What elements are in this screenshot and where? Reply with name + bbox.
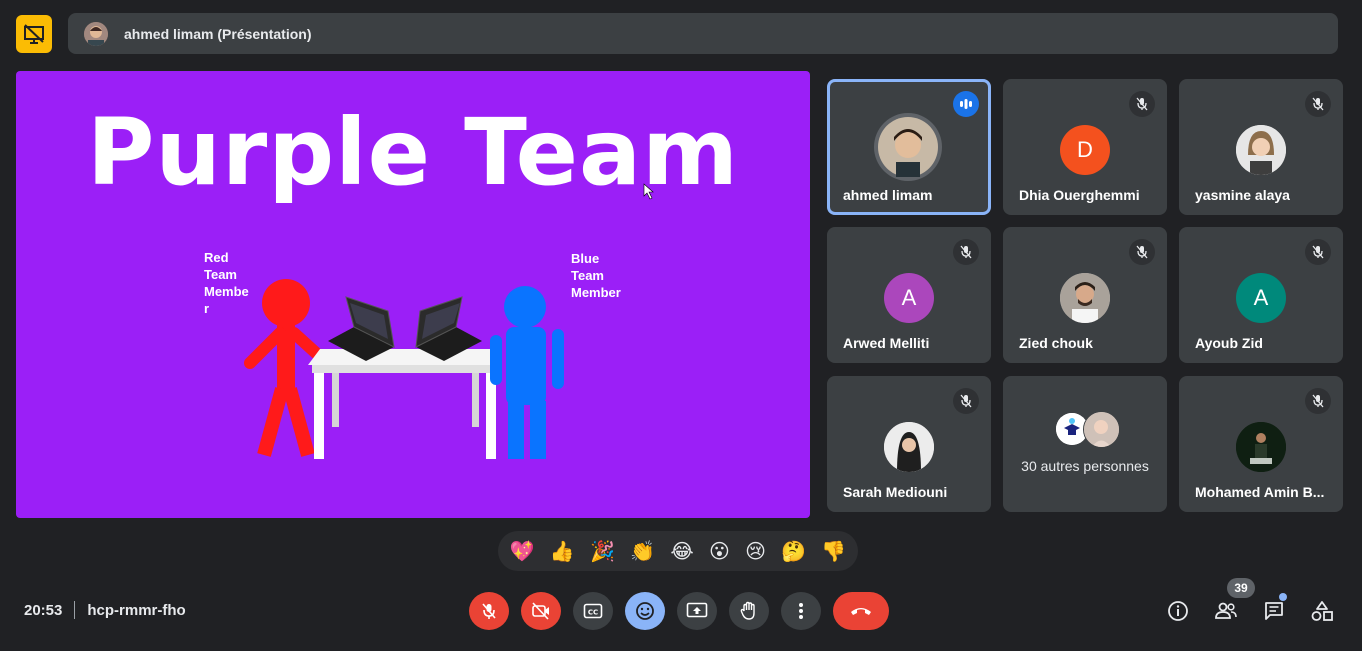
avatar: A [884,273,934,323]
reaction-heart-button[interactable]: 💖 [510,539,535,563]
presenter-title: ahmed limam (Présentation) [124,25,312,42]
more-vert-icon [799,603,803,619]
participant-name: yasmine alaya [1195,187,1290,203]
participant-name: Zied chouk [1019,335,1093,351]
participant-tile[interactable]: A Arwed Melliti [827,227,991,363]
mic-off-icon [1305,239,1331,265]
camera-toggle-button[interactable] [521,592,561,630]
reaction-clap-button[interactable]: 👏 [630,539,655,563]
reaction-thumbs-down-button[interactable]: 👎 [821,539,846,563]
mic-off-icon [482,603,496,619]
mic-off-icon [1305,388,1331,414]
reaction-surprised-button[interactable]: 😮 [709,539,730,563]
participant-tile[interactable]: Sarah Mediouni [827,376,991,512]
presentation-slide: Purple Team Red Team Membe r Blue Team M… [16,71,810,518]
participant-tile[interactable]: ahmed limam [827,79,991,215]
avatar [1060,273,1110,323]
avatar [874,113,942,181]
participant-name: Dhia Ouerghemmi [1019,187,1140,203]
meeting-details-button[interactable] [1165,598,1191,624]
team-illustration [244,183,654,459]
avatar: A [1236,273,1286,323]
participant-name: ahmed limam [843,187,933,203]
info-icon [1168,601,1188,621]
reactions-bar: 💖 👍 🎉 👏 😂 😮 😢 🤔 👎 [498,531,858,571]
participant-tile[interactable]: D Dhia Ouerghemmi [1003,79,1167,215]
chat-icon [1265,602,1283,620]
emoji-icon [636,602,654,620]
reaction-sad-button[interactable]: 😢 [745,539,766,563]
others-label: 30 autres personnes [1021,458,1149,474]
mouse-cursor [643,183,654,200]
present-screen-icon [686,602,708,618]
phone-hangup-icon [851,608,871,615]
avatar [1083,411,1120,448]
svg-text:CC: CC [588,609,598,617]
participant-tile[interactable]: yasmine alaya [1179,79,1343,215]
avatar [1236,125,1286,175]
participant-name: Mohamed Amin B... [1195,484,1325,500]
raise-hand-button[interactable] [729,592,769,630]
participant-tile[interactable]: Mohamed Amin B... [1179,376,1343,512]
avatar [1236,422,1286,472]
reaction-party-button[interactable]: 🎉 [590,539,615,563]
mic-off-icon [1129,239,1155,265]
clock: 20:53 [24,601,63,619]
hand-icon [740,601,755,620]
table [308,349,502,459]
speaking-indicator-icon [953,91,979,117]
avatar: D [1060,125,1110,175]
avatar [884,422,934,472]
reactions-button[interactable] [625,592,665,630]
camera-off-icon [532,602,549,620]
mic-toggle-button[interactable] [469,592,509,630]
others-tile[interactable]: 30 autres personnes [1003,376,1167,512]
reaction-laugh-button[interactable]: 😂 [670,539,693,563]
captions-button[interactable]: CC [573,592,613,630]
activities-icon [1311,601,1333,621]
present-now-button[interactable] [677,592,717,630]
reaction-thumbs-up-button[interactable]: 👍 [550,539,575,563]
participant-name: Sarah Mediouni [843,484,948,500]
participant-tile[interactable]: Zied chouk [1003,227,1167,363]
reaction-thinking-button[interactable]: 🤔 [781,539,806,563]
more-options-button[interactable] [781,592,821,630]
participant-tile[interactable]: A Ayoub Zid [1179,227,1343,363]
participant-name: Ayoub Zid [1195,335,1263,351]
chat-button[interactable] [1261,598,1287,624]
mic-off-icon [1305,91,1331,117]
blue-figure [490,286,564,459]
presenter-avatar [84,21,108,46]
red-figure [244,279,322,457]
activities-button[interactable] [1309,598,1335,624]
divider [74,601,76,619]
chat-notification-dot [1279,593,1287,601]
meeting-code: hcp-rmmr-fho [87,601,186,619]
mic-off-icon [1129,91,1155,117]
participant-name: Arwed Melliti [843,335,930,351]
mic-off-icon [953,388,979,414]
presentation-off-icon [24,24,44,44]
mic-off-icon [953,239,979,265]
meeting-info: 20:53 hcp-rmmr-fho [24,601,186,619]
people-count-badge: 39 [1227,578,1255,598]
people-icon [1215,602,1237,619]
presenter-bar: ahmed limam (Présentation) [68,13,1338,54]
leave-call-button[interactable] [833,592,889,630]
people-button[interactable] [1213,598,1239,624]
captions-icon: CC [583,603,603,619]
presentation-toggle-button[interactable] [16,15,52,53]
